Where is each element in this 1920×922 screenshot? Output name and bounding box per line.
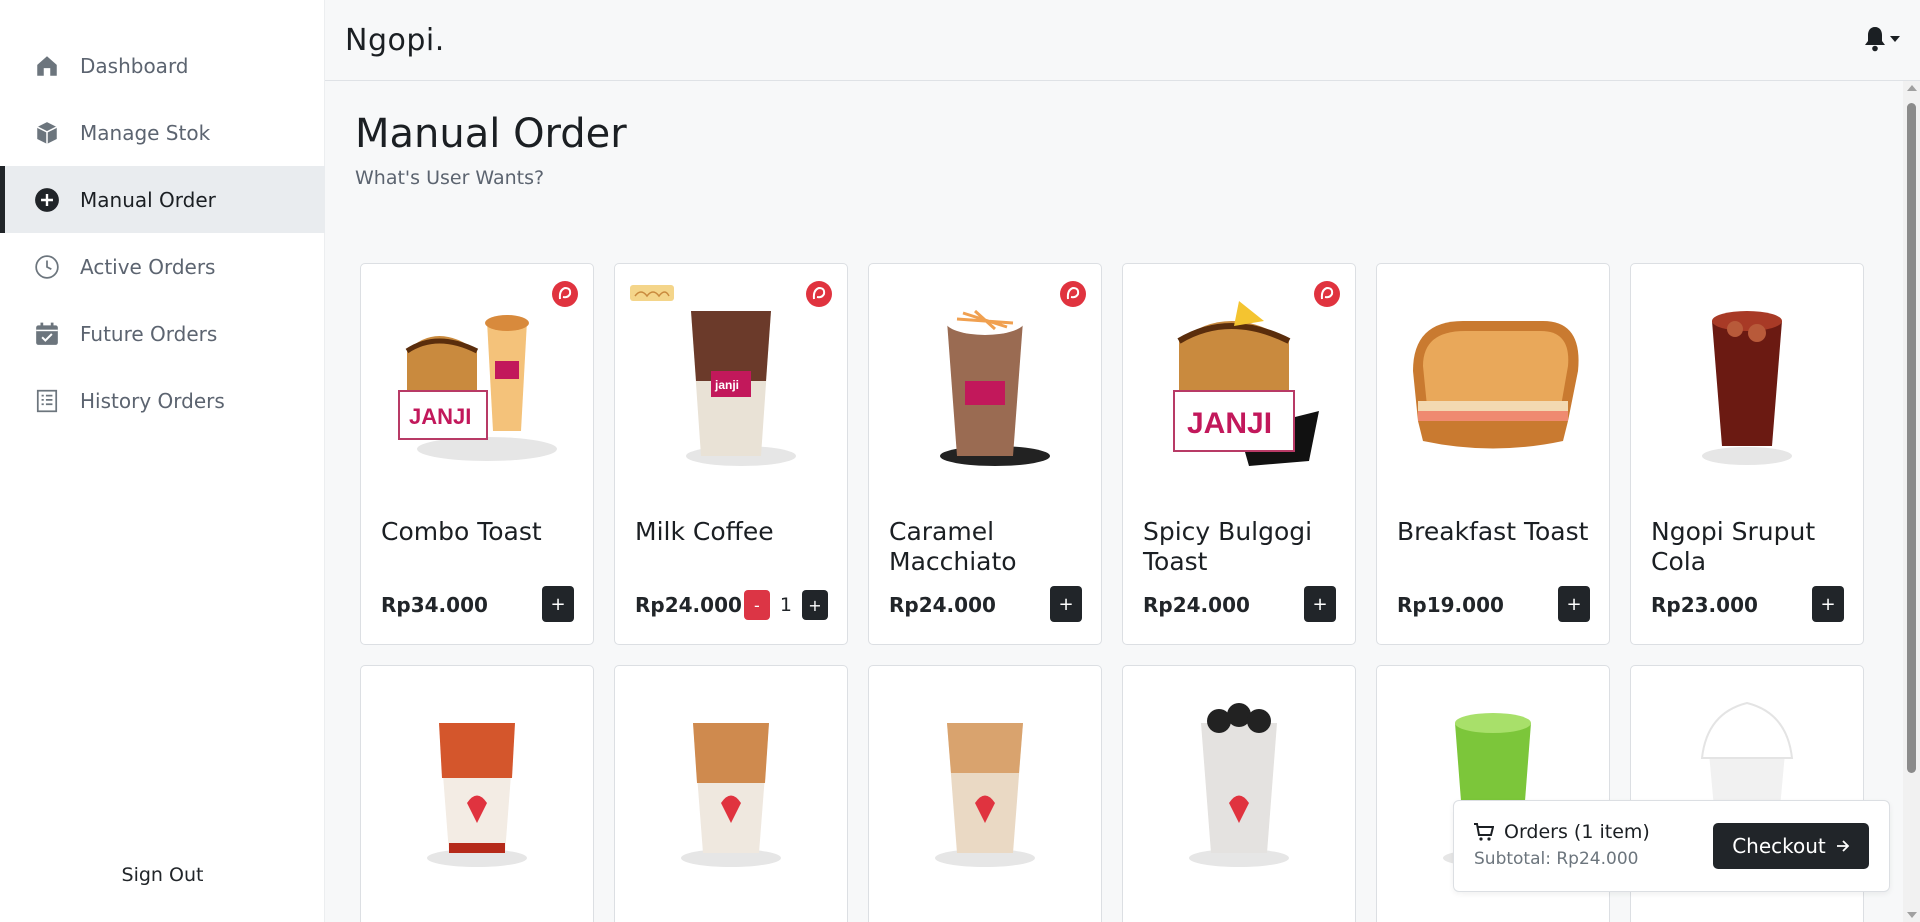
brand-badge-icon [1060,281,1086,307]
product-card[interactable] [360,665,594,922]
sidebar: Dashboard Manage Stok Manual Order Activ… [0,0,325,922]
notifications-dropdown[interactable] [1864,26,1900,52]
scrollbar-thumb[interactable] [1907,103,1916,773]
sidebar-item-future-orders[interactable]: Future Orders [0,300,325,367]
product-card[interactable]: JANJI Combo Toast Rp34.000 + [360,263,594,645]
sign-out-button[interactable]: Sign Out [0,864,325,886]
page-subtitle: What's User Wants? [355,167,545,189]
remove-from-order-button[interactable]: - [743,590,770,620]
sidebar-nav: Dashboard Manage Stok Manual Order Activ… [0,32,325,434]
arrow-right-icon [1836,840,1850,852]
add-to-order-button[interactable]: + [802,590,828,620]
product-card[interactable]: janji Milk Coffee Rp24.000 - 1 + [614,263,848,645]
quantity-value: 1 [779,594,792,616]
product-name: Caramel Macchiato [889,517,1017,576]
order-count-label: Orders (1 item) [1504,821,1650,843]
sidebar-item-label: Active Orders [80,254,216,279]
scroll-down-arrow-icon[interactable] [1907,912,1917,918]
sidebar-item-dashboard[interactable]: Dashboard [0,32,325,99]
add-to-order-button[interactable]: + [542,586,574,622]
checkout-label: Checkout [1732,834,1826,858]
product-name: Ngopi Sruput Cola [1651,517,1816,576]
sidebar-item-history-orders[interactable]: History Orders [0,367,325,434]
app-brand: Ngopi. [345,22,445,58]
sidebar-item-label: Manual Order [80,187,216,212]
svg-text:JANJI: JANJI [1187,407,1272,440]
brand-badge-icon [1314,281,1340,307]
cart-icon [1474,823,1494,841]
product-image [1127,670,1351,895]
sidebar-item-label: Future Orders [80,321,218,346]
product-price: Rp19.000 [1397,593,1504,617]
product-card[interactable]: Caramel Macchiato Rp24.000 + [868,263,1102,645]
sidebar-item-manage-stok[interactable]: Manage Stok [0,99,325,166]
product-price: Rp24.000 [635,593,742,617]
box-icon [34,120,60,146]
add-to-order-button[interactable]: + [1050,586,1082,622]
product-price: Rp24.000 [1143,593,1250,617]
product-name: Spicy Bulgogi Toast [1143,517,1313,576]
add-to-order-button[interactable]: + [1558,586,1590,622]
product-card[interactable] [1122,665,1356,922]
product-image [1635,268,1859,493]
product-image [873,670,1097,895]
bell-icon [1865,27,1885,52]
plus-circle-icon [34,187,60,213]
product-name: Combo Toast [381,517,542,546]
product-price: Rp23.000 [1651,593,1758,617]
product-name: Milk Coffee [635,517,774,546]
checkout-button[interactable]: Checkout [1713,823,1869,869]
svg-text:JANJI: JANJI [409,404,471,429]
sidebar-item-active-orders[interactable]: Active Orders [0,233,325,300]
svg-text:janji: janji [714,378,739,392]
sidebar-item-manual-order[interactable]: Manual Order [0,166,325,233]
product-card[interactable]: Ngopi Sruput Cola Rp23.000 + [1630,263,1864,645]
quantity-stepper: - 1 + [743,590,828,620]
product-price: Rp24.000 [889,593,996,617]
order-subtotal: Subtotal: Rp24.000 [1474,849,1639,869]
page-scrollbar[interactable] [1903,81,1920,922]
product-price: Rp34.000 [381,593,488,617]
main-content: Manual Order What's User Wants? JANJI Co… [325,81,1903,922]
order-summary-title: Orders (1 item) [1474,821,1650,843]
product-name: Breakfast Toast [1397,517,1589,546]
top-bar: Ngopi. [325,0,1920,81]
promo-label-icon [630,285,674,301]
sidebar-item-label: History Orders [80,388,225,413]
sidebar-item-label: Dashboard [80,53,189,78]
chevron-down-icon [1890,36,1900,42]
calendar-check-icon [34,321,60,347]
add-to-order-button[interactable]: + [1304,586,1336,622]
clock-icon [34,254,60,280]
scroll-up-arrow-icon[interactable] [1907,85,1917,91]
receipt-icon [34,388,60,414]
add-to-order-button[interactable]: + [1812,586,1844,622]
product-image [1381,268,1605,493]
brand-badge-icon [552,281,578,307]
product-image [619,670,843,895]
home-icon [34,53,60,79]
sidebar-item-label: Manage Stok [80,120,211,145]
product-card[interactable]: JANJI Spicy Bulgogi Toast Rp24.000 + [1122,263,1356,645]
product-card[interactable] [868,665,1102,922]
product-card[interactable] [614,665,848,922]
page-title: Manual Order [355,111,627,157]
order-summary-panel: Orders (1 item) Subtotal: Rp24.000 Check… [1453,800,1890,892]
product-card[interactable]: Breakfast Toast Rp19.000 + [1376,263,1610,645]
brand-badge-icon [806,281,832,307]
product-image [365,670,589,895]
